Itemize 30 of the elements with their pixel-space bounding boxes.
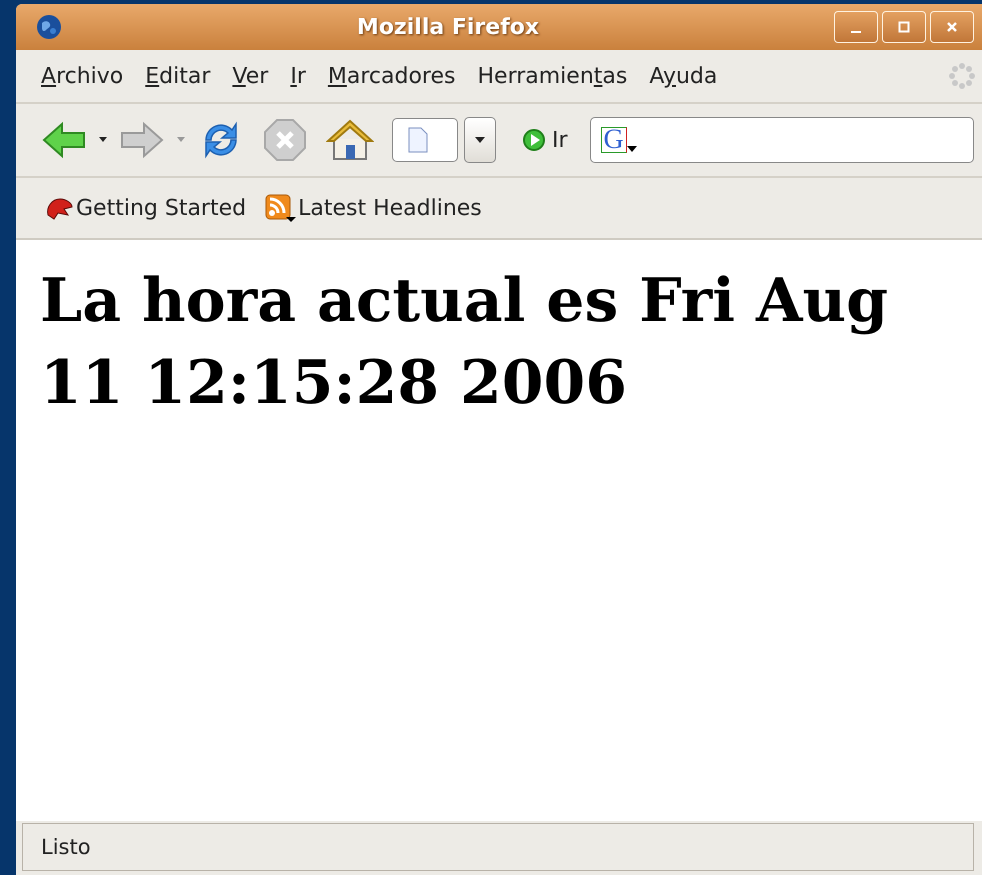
minimize-button[interactable] bbox=[834, 11, 878, 43]
window-title: Mozilla Firefox bbox=[356, 14, 540, 40]
close-icon bbox=[945, 20, 959, 34]
caret-icon bbox=[474, 136, 486, 144]
address-field[interactable] bbox=[392, 118, 458, 162]
maximize-icon bbox=[897, 20, 911, 34]
menu-item[interactable]: Ayuda bbox=[638, 60, 728, 92]
history-dropdown-button[interactable] bbox=[464, 117, 496, 163]
page-icon bbox=[407, 127, 429, 153]
play-icon bbox=[522, 128, 546, 152]
page-heading: La hora actual es Fri Aug 11 12:15:28 2006 bbox=[40, 265, 890, 420]
bookmark-item[interactable]: Latest Headlines bbox=[260, 191, 486, 225]
status-text: Listo bbox=[41, 835, 91, 859]
feed-icon bbox=[264, 193, 296, 223]
menu-item[interactable]: Archivo bbox=[30, 60, 134, 92]
dropdown-arrow-icon[interactable] bbox=[98, 136, 108, 144]
caret-icon bbox=[626, 146, 637, 153]
menu-item[interactable]: Ver bbox=[221, 60, 280, 92]
go-button[interactable]: Ir bbox=[516, 128, 574, 152]
menu-item[interactable]: Herramientas bbox=[466, 60, 638, 92]
globe-icon bbox=[36, 14, 62, 40]
maximize-button[interactable] bbox=[882, 11, 926, 43]
bookmark-item[interactable]: Getting Started bbox=[40, 193, 250, 223]
minimize-icon bbox=[851, 31, 861, 33]
throbber-icon bbox=[948, 62, 976, 90]
menu-item[interactable]: Marcadores bbox=[316, 60, 466, 92]
menu-item[interactable]: Ir bbox=[279, 60, 317, 92]
search-field[interactable]: G bbox=[590, 117, 974, 163]
menu-item[interactable]: Editar bbox=[134, 60, 222, 92]
close-button[interactable] bbox=[930, 11, 974, 43]
